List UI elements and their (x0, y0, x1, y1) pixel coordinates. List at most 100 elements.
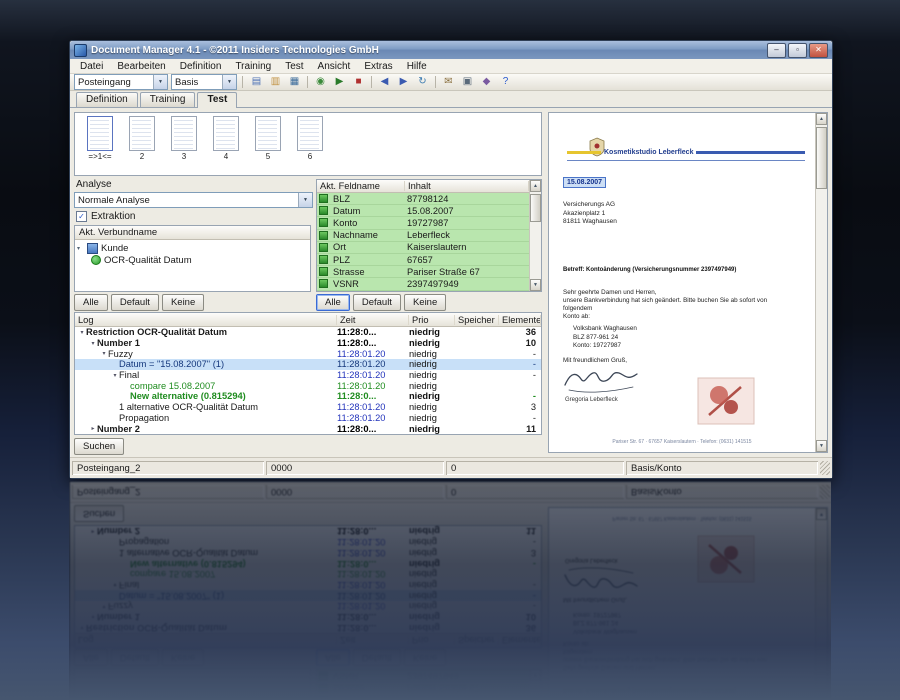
extracted-date-highlight[interactable]: 15.08.2007 (563, 177, 607, 188)
save-icon[interactable]: ▦ (286, 75, 303, 90)
menu-item-bearbeiten[interactable]: Bearbeiten (111, 61, 171, 72)
log-elemente-value: - (532, 348, 536, 359)
keine-button[interactable]: Keine (161, 294, 205, 311)
menu-item-training[interactable]: Training (229, 61, 277, 72)
chevron-down-icon[interactable]: ▼ (153, 75, 167, 89)
log-row-fuzzy[interactable]: ▾ Fuzzy 11:28:01.20 niedrig - (75, 348, 541, 359)
field-row-vsnr[interactable]: VSNR 2397497949 (317, 278, 529, 291)
log-row-datum-15-08-2007-1[interactable]: Datum = "15.08.2007" (1) 11:28:01.20 niedr… (75, 359, 541, 370)
menu-item-definition[interactable]: Definition (174, 61, 228, 72)
mail-icon[interactable]: ✉ (440, 75, 457, 90)
bank-details: Volksbank Waghausen BLZ 877-961 24 Konto… (573, 325, 637, 351)
tree-expanded-icon[interactable]: ▾ (89, 340, 97, 347)
chevron-down-icon[interactable]: ▼ (222, 75, 236, 89)
log-row-final[interactable]: ▾ Final 11:28:01.20 niedrig - (75, 370, 541, 381)
refresh-icon[interactable]: ↻ (414, 75, 431, 90)
tab-definition[interactable]: Definition (76, 92, 138, 107)
tree-item-ocr-qualitaet-datum[interactable]: OCR-Qualität Datum (77, 254, 308, 266)
body-line: Sehr geehrte Damen und Herren, (563, 289, 657, 296)
menu-item-extras[interactable]: Extras (358, 61, 398, 72)
tree-expanded-icon[interactable]: ▾ (77, 245, 84, 252)
tree-expanded-icon[interactable]: ▾ (100, 350, 108, 357)
help-icon[interactable]: ? (497, 75, 514, 90)
field-row-ort[interactable]: Ort Kaiserslautern (317, 241, 529, 254)
menu-item-test[interactable]: Test (279, 61, 309, 72)
open-folder-icon[interactable]: ▥ (267, 75, 284, 90)
field-row-strasse[interactable]: Strasse Pariser Straße 67 (317, 266, 529, 279)
tree-expanded-icon[interactable]: ▾ (78, 329, 86, 336)
alle-button[interactable]: Alle (74, 294, 108, 311)
field-row-nachname[interactable]: Nachname Leberfleck (317, 229, 529, 242)
tree-item-kunde[interactable]: ▾ Kunde (77, 242, 308, 254)
analyse-icon[interactable]: ◉ (312, 75, 329, 90)
menu-item-ansicht[interactable]: Ansicht (312, 61, 357, 72)
thumbnail-1[interactable]: =>1<= (85, 116, 115, 161)
scrollbar-thumb[interactable] (530, 194, 541, 222)
location-dropdown[interactable]: Posteingang ▼ (74, 74, 168, 90)
log-row-number-2[interactable]: ▸ Number 2 11:28:0... niedrig 11 (75, 423, 541, 434)
log-row-restriction-ocr-qualit-t-datum[interactable]: ▾ Restriction OCR-Qualität Datum 11:28:0..… (75, 327, 541, 338)
suchen-button[interactable]: Suchen (74, 438, 125, 455)
close-button[interactable]: ✕ (809, 42, 828, 58)
log-row-number-1[interactable]: ▾ Number 1 11:28:0... niedrig 10 (75, 338, 541, 349)
menu-item-hilfe[interactable]: Hilfe (401, 61, 433, 72)
minimize-button[interactable]: – (767, 42, 786, 58)
log-row-compare-15-08-2007[interactable]: compare 15.08.2007 11:28:01.20 niedrig (75, 380, 541, 391)
thumbnail-2[interactable]: 2 (127, 116, 157, 161)
resize-grip[interactable] (820, 461, 830, 475)
prev-document-icon[interactable]: ◀ (376, 75, 393, 90)
tab-training[interactable]: Training (139, 92, 196, 107)
scrollbar-track[interactable] (530, 192, 541, 279)
scroll-down-icon[interactable]: ▼ (530, 279, 541, 291)
extraction-checkbox-row[interactable]: ✓ Extraktion (74, 210, 311, 223)
column-header-speicher[interactable]: Speicher (455, 314, 499, 325)
preview-scrollbar[interactable]: ▲ ▼ (815, 113, 827, 452)
log-row-1-alternative-ocr-qualit-t-datum[interactable]: 1 alternative OCR-Qualität Datum 11:28:01… (75, 402, 541, 413)
log-elemente-value: 36 (525, 327, 536, 338)
chevron-down-icon[interactable]: ▼ (298, 193, 312, 207)
checkbox-checked-icon[interactable]: ✓ (76, 211, 87, 222)
column-header-elemente[interactable]: Elemente (499, 314, 541, 325)
titlebar[interactable]: Document Manager 4.1 - ©2011 Insiders Te… (70, 41, 832, 59)
tab-test[interactable]: Test (197, 92, 238, 108)
log-row-propagation[interactable]: Propagation 11:28:01.20 niedrig - (75, 413, 541, 424)
field-row-datum[interactable]: Datum 15.08.2007 (317, 205, 529, 218)
tree-collapsed-icon[interactable]: ▸ (89, 425, 97, 432)
menu-item-datei[interactable]: Datei (74, 61, 109, 72)
thumbnail-3[interactable]: 3 (169, 116, 199, 161)
analyse-mode-dropdown[interactable]: Normale Analyse ▼ (74, 192, 313, 208)
profile-dropdown[interactable]: Basis ▼ (171, 74, 237, 90)
column-header-feldname[interactable]: Akt. Feldname (317, 181, 405, 191)
alle-button[interactable]: Alle (316, 294, 350, 311)
start-test-icon[interactable]: ▶ (331, 75, 348, 90)
print-icon[interactable]: ▣ (459, 75, 476, 90)
field-row-konto[interactable]: Konto 19727987 (317, 217, 529, 230)
scrollbar-track[interactable] (816, 125, 827, 440)
column-header-zeit[interactable]: Zeit (337, 314, 409, 325)
field-row-plz[interactable]: PLZ 67657 (317, 253, 529, 267)
next-document-icon[interactable]: ▶ (395, 75, 412, 90)
scrollbar-thumb[interactable] (816, 127, 827, 189)
thumbnail-5[interactable]: 5 (253, 116, 283, 161)
scroll-down-icon[interactable]: ▼ (816, 440, 827, 452)
new-document-icon[interactable]: ▤ (248, 75, 265, 90)
default-button[interactable]: Default (352, 294, 401, 311)
document-page[interactable]: Kosmetikstudio Leberfleck 15.08.2007 Ver… (549, 113, 815, 452)
default-button[interactable]: Default (110, 294, 159, 311)
column-header-inhalt[interactable]: Inhalt (405, 181, 529, 191)
scroll-up-icon[interactable]: ▲ (816, 113, 827, 125)
keine-button[interactable]: Keine (403, 294, 447, 311)
scroll-up-icon[interactable]: ▲ (530, 180, 541, 192)
thumbnail-6[interactable]: 6 (295, 116, 325, 161)
stop-icon[interactable]: ■ (350, 75, 367, 90)
fields-scrollbar[interactable]: ▲ ▼ (529, 180, 541, 291)
maximize-button[interactable]: ▫ (788, 42, 807, 58)
column-header-prio[interactable]: Prio (409, 314, 455, 325)
field-row-vorname[interactable]: VornameGregoria (317, 290, 529, 291)
thumbnail-label: =>1<= (88, 152, 112, 161)
tree-expanded-icon[interactable]: ▾ (111, 372, 119, 379)
log-row-new-alternative-0-815294[interactable]: New alternative (0.815294) 11:28:0... nied… (75, 391, 541, 402)
options-icon[interactable]: ◆ (478, 75, 495, 90)
thumbnail-4[interactable]: 4 (211, 116, 241, 161)
field-row-blz[interactable]: BLZ 87798124 (317, 193, 529, 206)
